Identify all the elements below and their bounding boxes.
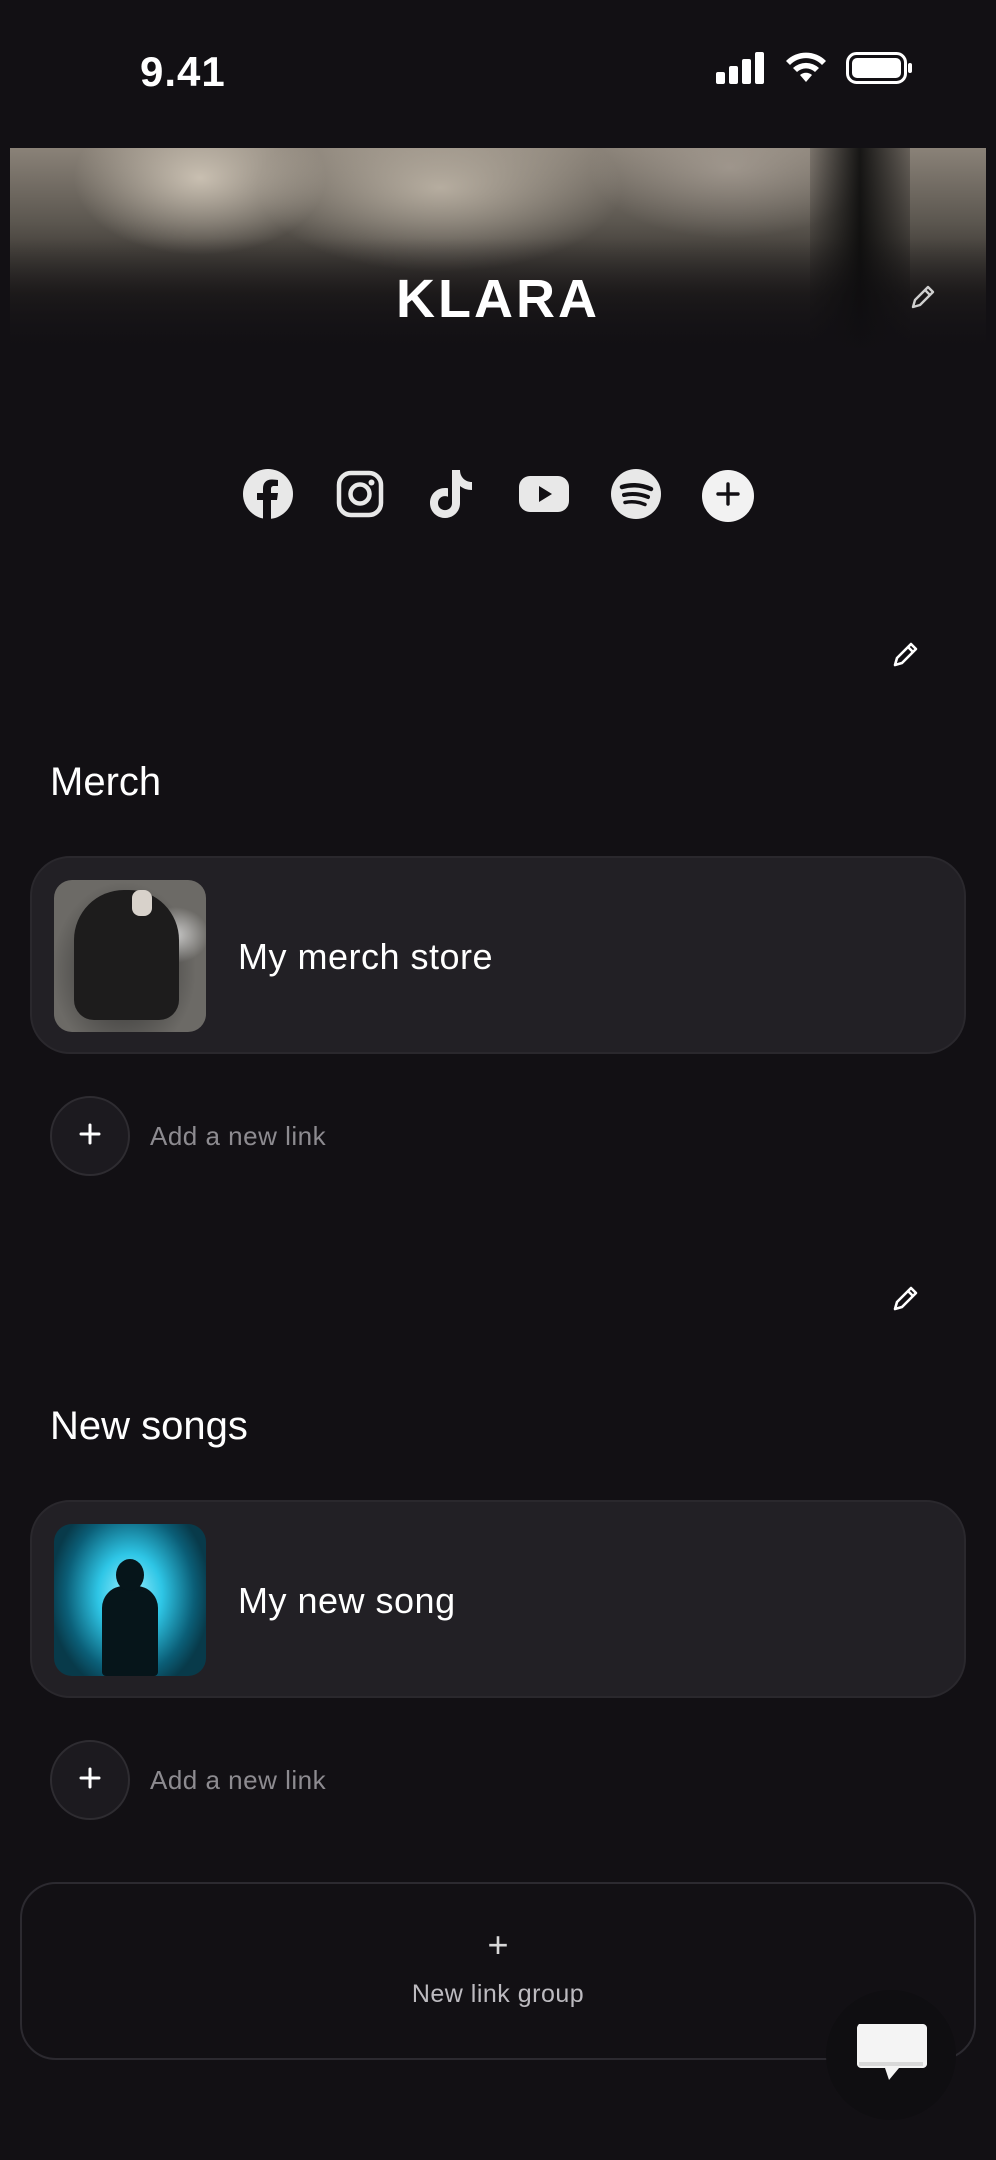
add-circle xyxy=(50,1096,130,1176)
edit-group-new-songs-button[interactable] xyxy=(890,1282,922,1319)
plus-icon xyxy=(715,481,741,512)
add-circle xyxy=(50,1740,130,1820)
pencil-icon xyxy=(908,285,938,316)
group-title-merch: Merch xyxy=(50,760,162,804)
tiktok-icon xyxy=(428,468,476,525)
battery-icon xyxy=(846,52,914,89)
link-thumbnail xyxy=(54,880,206,1032)
link-card-new-song[interactable]: My new song xyxy=(30,1500,966,1698)
add-link-button-merch[interactable]: Add a new link xyxy=(50,1096,326,1176)
link-thumbnail xyxy=(54,1524,206,1676)
youtube-icon xyxy=(518,475,570,518)
social-links-row xyxy=(0,468,996,525)
plus-icon xyxy=(77,1121,103,1152)
new-link-group-label: New link group xyxy=(411,1980,585,2008)
facebook-link[interactable] xyxy=(242,468,294,525)
add-link-label: Add a new link xyxy=(150,1764,327,1795)
spotify-link[interactable] xyxy=(610,468,662,525)
cellular-signal-icon xyxy=(716,52,766,89)
profile-name: KLARA xyxy=(396,269,600,329)
tiktok-link[interactable] xyxy=(426,468,478,525)
chat-bubble-icon xyxy=(851,2018,931,2093)
status-bar: 9.41 xyxy=(0,0,996,148)
instagram-link[interactable] xyxy=(334,470,386,522)
add-link-label: Add a new link xyxy=(150,1120,327,1151)
pencil-icon xyxy=(890,1286,922,1318)
edit-group-merch-button[interactable] xyxy=(890,638,922,675)
status-time: 9.41 xyxy=(140,48,226,95)
status-icons xyxy=(716,52,914,89)
wifi-icon xyxy=(784,52,828,89)
plus-icon xyxy=(77,1765,103,1796)
link-title: My merch store xyxy=(238,936,494,977)
link-title: My new song xyxy=(238,1580,456,1621)
spotify-icon xyxy=(610,468,662,525)
group-title-new-songs: New songs xyxy=(50,1404,248,1448)
facebook-icon xyxy=(242,468,294,525)
add-link-button-new-songs[interactable]: Add a new link xyxy=(50,1740,326,1820)
edit-profile-button[interactable] xyxy=(908,282,938,317)
pencil-icon xyxy=(890,642,922,674)
plus-icon: + xyxy=(487,1924,509,1965)
youtube-link[interactable] xyxy=(518,470,570,522)
chat-button[interactable] xyxy=(826,1990,956,2120)
link-card-merch-store[interactable]: My merch store xyxy=(30,856,966,1054)
instagram-icon xyxy=(336,470,384,523)
add-social-button[interactable] xyxy=(702,470,754,522)
